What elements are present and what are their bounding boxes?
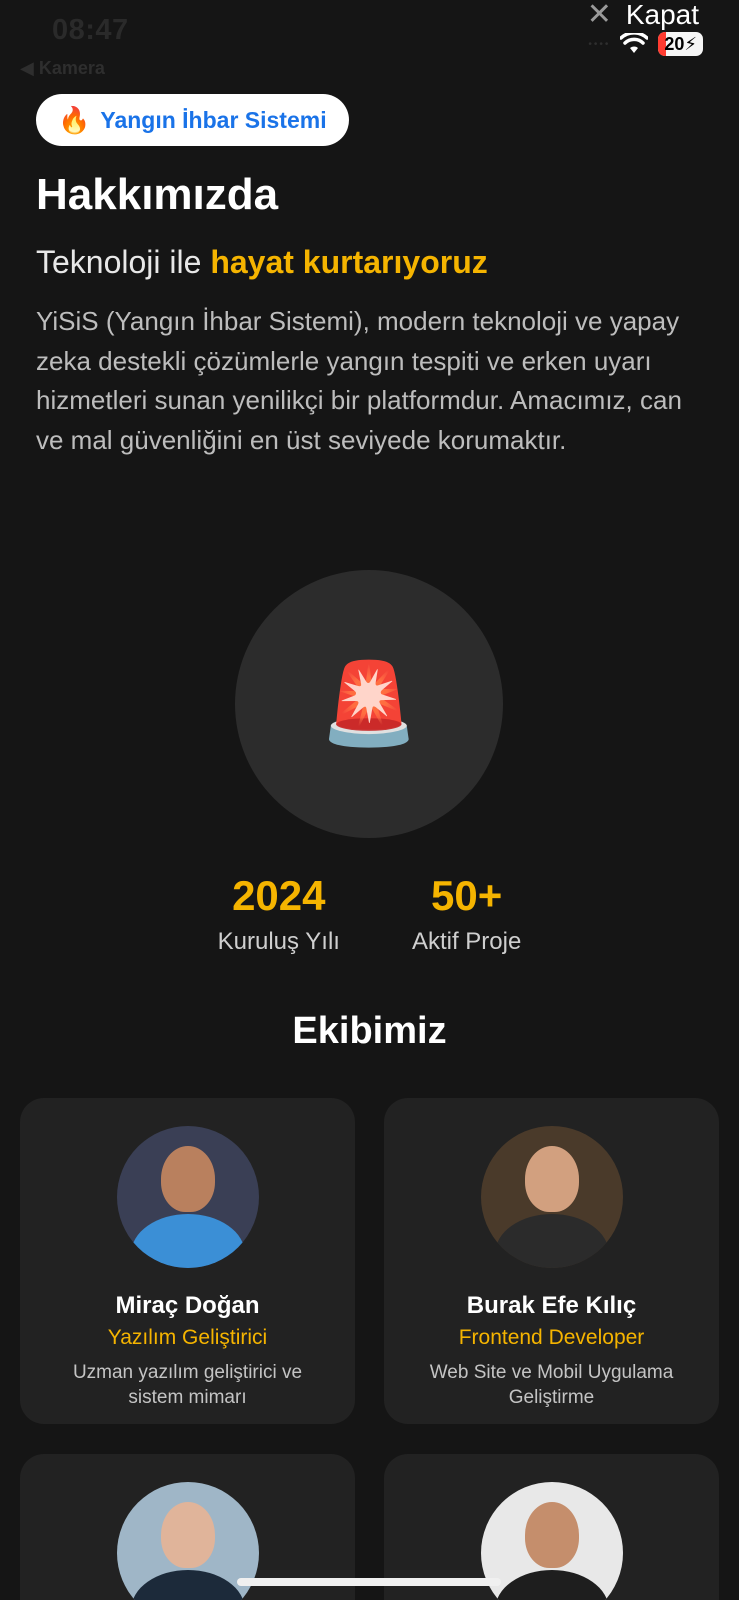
page-title: Hakkımızda xyxy=(36,170,279,219)
stat-founded: 2024 Kuruluş Yılı xyxy=(218,872,340,956)
member-role: Frontend Developer xyxy=(458,1326,645,1349)
battery-icon: 20 ⚡ xyxy=(658,32,703,56)
wifi-icon xyxy=(620,33,649,53)
close-button[interactable]: ✕ Kapat xyxy=(587,0,699,30)
avatar xyxy=(480,1126,623,1268)
home-indicator[interactable] xyxy=(237,1578,501,1586)
stat-label: Kuruluş Yılı xyxy=(217,928,340,955)
close-icon: ✕ xyxy=(586,0,612,31)
member-description: Uzman yazılım geliştirici ve sistem mima… xyxy=(72,1362,303,1408)
member-role: Yazılım Geliştirici xyxy=(107,1326,268,1349)
stat-value: 2024 xyxy=(232,872,326,919)
status-indicators: •••• 20 ⚡ xyxy=(588,32,703,56)
stat-projects: 50+ Aktif Proje xyxy=(412,872,521,956)
badge-label: Yangın İhbar Sistemi xyxy=(100,106,327,133)
app-badge: 🔥 Yangın İhbar Sistemi xyxy=(36,94,349,146)
stats-row: 2024 Kuruluş Yılı 50+ Aktif Proje xyxy=(0,872,739,956)
hero-circle: 🚨 xyxy=(235,570,503,838)
subtitle: Teknoloji ile hayat kurtarıyoruz xyxy=(36,244,488,281)
stat-value: 50+ xyxy=(431,872,503,919)
team-member-card: Miraç Doğan Yazılım Geliştirici Uzman ya… xyxy=(20,1098,355,1424)
avatar xyxy=(480,1482,623,1600)
member-name: Miraç Doğan xyxy=(115,1292,260,1319)
team-title: Ekibimiz xyxy=(292,1010,447,1052)
signal-icon: •••• xyxy=(588,38,611,50)
stat-label: Aktif Proje xyxy=(411,928,522,955)
fire-icon: 🔥 xyxy=(58,104,91,135)
about-description: YiSiS (Yangın İhbar Sistemi), modern tek… xyxy=(36,306,682,455)
avatar xyxy=(116,1126,259,1268)
siren-icon: 🚨 xyxy=(319,659,419,748)
close-label: Kapat xyxy=(625,0,699,30)
back-to-camera-link[interactable]: ◀ Kamera xyxy=(20,58,105,79)
team-member-card: Burak Efe Kılıç Frontend Developer Web S… xyxy=(384,1098,719,1424)
member-description: Web Site ve Mobil Uygulama Geliştirme xyxy=(429,1362,674,1408)
subtitle-prefix: Teknoloji ile xyxy=(36,244,211,280)
battery-level: 20 xyxy=(664,33,685,54)
status-time: 08:47 xyxy=(52,14,129,46)
member-name: Burak Efe Kılıç xyxy=(466,1292,637,1319)
subtitle-highlight: hayat kurtarıyoruz xyxy=(210,244,488,280)
